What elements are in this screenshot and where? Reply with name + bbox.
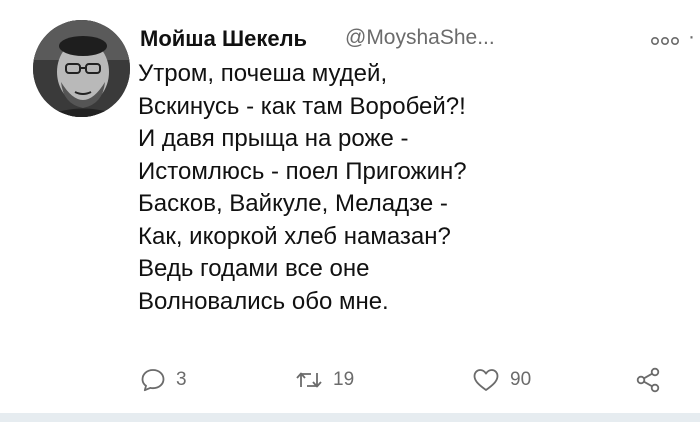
share-icon [636, 367, 660, 393]
heart-icon [473, 369, 499, 391]
reply-bubble-icon [141, 369, 165, 392]
tweet-card: Мойша Шекель @MoyshaShe... · 3 ч Утром, … [0, 0, 700, 422]
retweet-button[interactable]: 19 [295, 360, 354, 400]
retweet-count: 19 [333, 369, 355, 390]
tweet-line: Волновались обо мне. [138, 287, 389, 315]
tweet-text: Утром, почеша мудей, Вскинусь - как там … [138, 58, 658, 318]
reply-count: 3 [176, 369, 187, 390]
author-handle[interactable]: @MoyshaShe... [345, 26, 495, 50]
like-count: 90 [510, 369, 532, 390]
tweet-line: Как, икоркой хлеб намазан? [138, 222, 451, 250]
tweet-line: И давя прыща на роже - [138, 125, 409, 152]
tweet-actions: 3 19 90 [140, 360, 680, 400]
tweet-line: Вскинусь - как там Воробей?! [138, 92, 466, 120]
author-name[interactable]: Мойша Шекель [140, 26, 307, 52]
tweet-header: Мойша Шекель @MoyshaShe... · 3 ч [140, 20, 695, 54]
more-dots-icon [650, 36, 679, 46]
tweet-line: Ведь годами все оне [138, 255, 370, 282]
more-options-button[interactable] [650, 34, 680, 46]
share-button[interactable] [635, 360, 661, 400]
reply-button[interactable]: 3 [140, 360, 187, 400]
separator-dot: · [688, 25, 695, 48]
tweet-line: Басков, Вайкуле, Меладзе - [138, 190, 448, 217]
like-button[interactable]: 90 [472, 360, 531, 400]
avatar[interactable] [33, 20, 130, 117]
retweet-icon [296, 372, 322, 388]
tweet-line: Истомлюсь - поел Пригожин? [138, 157, 467, 185]
bottom-divider [0, 413, 700, 422]
tweet-line: Утром, почеша мудей, [138, 60, 388, 87]
